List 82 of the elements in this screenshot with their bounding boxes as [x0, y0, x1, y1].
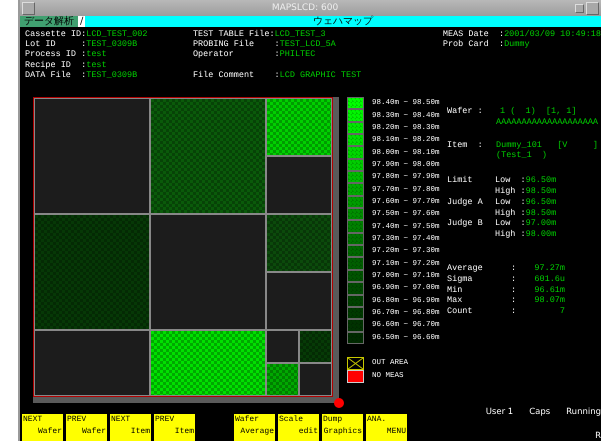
bound-label: Low : [495, 196, 526, 207]
field-label: DATA File : [25, 70, 86, 80]
stat-value: 98.07m [533, 295, 565, 306]
field-label: MEAS Date : [442, 29, 504, 39]
function-key[interactable]: ANA. MENU [366, 414, 407, 441]
limit-group-label: Limit [447, 175, 474, 188]
field-value: LCD_TEST_002 [86, 29, 148, 39]
info-value: Dummy_101 [V ] [496, 140, 598, 150]
info-label: Item : [447, 140, 484, 152]
function-key[interactable]: Dump Graphics [322, 414, 363, 441]
field-value: PHILTEC [280, 49, 316, 60]
function-key[interactable]: Wafer Average [234, 414, 275, 441]
field-value: TEST_LCD_5A [280, 39, 336, 50]
status-indicator: Running [566, 407, 601, 417]
stat-label: Average [447, 262, 484, 274]
maximize-icon[interactable] [586, 2, 599, 14]
stat-separator: : [511, 306, 518, 317]
out-area-icon [347, 356, 364, 370]
field-label: Prob Card : [442, 39, 504, 50]
field-value: TEST_0309B [86, 70, 138, 80]
stat-label: Max [447, 295, 464, 306]
stat-label: Sigma [447, 274, 474, 285]
field-label: Operator : [192, 49, 280, 60]
info-value: (Test_1 ) [496, 150, 548, 162]
limit-group-label: Judge B [447, 218, 484, 230]
bound-label: High : [495, 186, 526, 196]
info-value: AAAAAAAAAAAAAAAAAAAA [496, 116, 598, 128]
field-label: TEST TABLE File: [192, 29, 275, 39]
limit-group-label: Judge A [447, 196, 484, 209]
window-menu-icon[interactable] [22, 2, 35, 14]
stat-separator: : [511, 262, 518, 274]
empty-cell [266, 272, 332, 330]
field-label: Process ID : [25, 49, 86, 60]
field-value: LCD_TEST_3 [274, 29, 326, 39]
field-value: LCD GRAPHIC TEST [280, 70, 362, 80]
bound-label: High : [495, 208, 526, 218]
field-label: File Comment : [192, 70, 280, 80]
limit-value: 98.50m [526, 208, 556, 218]
section-label: データ解析 [20, 16, 78, 27]
limit-value: 98.00m [526, 229, 556, 240]
field-label: Lot ID : [25, 39, 86, 50]
field-value: 2001/03/09 10:49:18 [504, 29, 601, 39]
bound-label: High : [495, 229, 526, 240]
minimize-icon[interactable] [575, 4, 584, 12]
function-key[interactable]: NEXT Item [110, 414, 151, 441]
function-key[interactable]: NEXT Wafer [22, 414, 63, 441]
stat-separator: : [511, 274, 518, 285]
stat-value: 96.61m [533, 284, 565, 296]
function-key[interactable]: Scale edit [278, 414, 319, 441]
stat-value: 601.6u [533, 274, 565, 285]
stat-separator: : [511, 295, 518, 306]
function-key[interactable]: PREV Wafer [66, 414, 107, 441]
no-meas-swatch [347, 370, 364, 383]
stat-separator: : [511, 284, 518, 296]
limit-value: 97.00m [526, 218, 556, 228]
limit-value: 98.50m [526, 186, 556, 196]
stat-value: 97.27m [533, 262, 565, 274]
info-value: 1 ( 1) [1, 1] [499, 106, 578, 117]
empty-cell [266, 156, 332, 214]
separator-label: / [78, 16, 86, 27]
field-label: Recipe ID : [25, 60, 86, 70]
limit-value: 96.50m [526, 175, 556, 186]
marker-dot-icon [334, 398, 344, 408]
field-label: PROBING File : [192, 39, 280, 50]
limit-value: 96.50m [526, 196, 556, 207]
stat-value: 7 [558, 306, 565, 317]
field-label: Cassette ID: [25, 29, 86, 39]
field-value: TEST_0309B [86, 39, 138, 50]
function-key[interactable]: PREV Item [154, 414, 195, 441]
stat-label: Min [447, 284, 464, 296]
stat-label: Count [447, 306, 474, 317]
field-value: test [86, 49, 107, 60]
bound-label: Low : [495, 218, 526, 228]
corner-mark: R [595, 431, 601, 441]
field-value: Dummy [504, 39, 530, 50]
window-title: MAPSLCD: 600 [270, 3, 340, 13]
status-indicator: User 1 [486, 407, 514, 417]
screen-title: ウェハマップ [312, 16, 374, 27]
info-label: Wafer : [447, 106, 484, 118]
bound-label: Low : [495, 175, 526, 186]
status-indicator: Caps [529, 407, 550, 417]
field-value: test [86, 60, 107, 70]
